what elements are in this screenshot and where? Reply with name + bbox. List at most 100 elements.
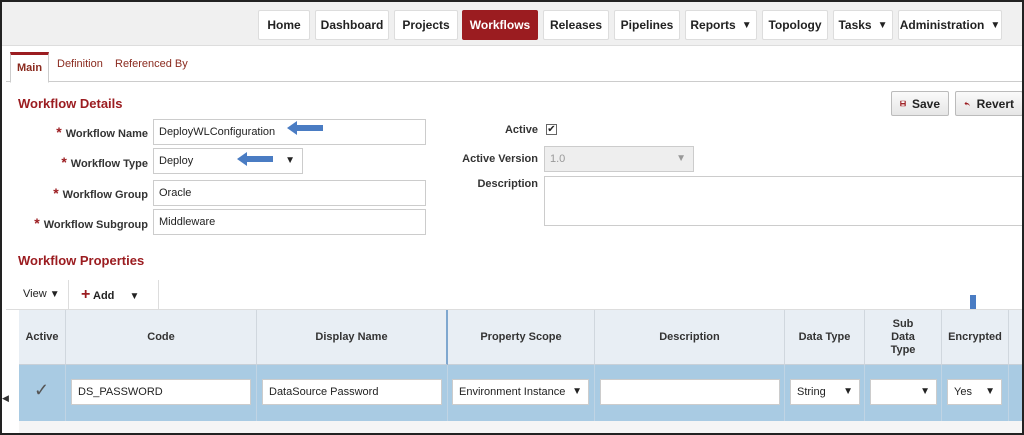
- display-name-input[interactable]: DataSource Password: [262, 379, 442, 405]
- required-icon: *: [34, 215, 40, 231]
- revert-label: Revert: [976, 96, 1014, 111]
- column-header-active[interactable]: Active: [19, 310, 66, 365]
- required-icon: *: [56, 124, 62, 140]
- nav-label: Administration: [899, 18, 985, 32]
- nav-home[interactable]: Home: [258, 10, 310, 40]
- description-input[interactable]: [600, 379, 780, 405]
- nav-label: Pipelines: [620, 18, 674, 32]
- workflow-name-label: * Workflow Name: [22, 124, 148, 140]
- chevron-down-icon: ▼: [129, 291, 140, 302]
- label-text: Workflow Name: [65, 128, 148, 140]
- nav-releases[interactable]: Releases: [543, 10, 609, 40]
- tab-label: Definition: [57, 58, 103, 70]
- select-value: 1.0: [550, 153, 566, 165]
- toolbar-divider: [158, 280, 159, 310]
- chevron-down-icon: ▼: [985, 386, 995, 397]
- collapse-left-icon[interactable]: ◀: [2, 393, 9, 407]
- column-header-encrypted[interactable]: Encrypted: [942, 310, 1009, 365]
- property-scope-select[interactable]: Environment Instance ▼: [452, 379, 589, 405]
- active-version-select[interactable]: 1.0 ▼: [544, 146, 694, 172]
- nav-label: Workflows: [469, 18, 531, 32]
- active-checkbox[interactable]: ✔: [546, 124, 557, 135]
- tab-referenced-by[interactable]: Referenced By: [115, 58, 188, 70]
- nav-label: Topology: [768, 18, 822, 32]
- tab-main[interactable]: Main: [10, 52, 50, 83]
- workflow-type-select[interactable]: Deploy ▼: [153, 148, 303, 174]
- sub-data-type-select[interactable]: ▼: [870, 379, 937, 405]
- app-window: Home Dashboard Projects Workflows Releas…: [0, 0, 1024, 435]
- column-header-sub-data-type[interactable]: Sub Data Type: [865, 310, 942, 365]
- nav-projects[interactable]: Projects: [394, 10, 458, 40]
- workflow-type-label: * Workflow Type: [22, 154, 148, 170]
- workflow-group-label: * Workflow Group: [22, 185, 148, 201]
- view-menu[interactable]: View ▼: [23, 288, 60, 300]
- workflow-subgroup-label: * Workflow Subgroup: [12, 215, 148, 231]
- save-label: Save: [911, 96, 940, 111]
- nav-tasks[interactable]: Tasks ▼: [833, 10, 893, 40]
- encrypted-select[interactable]: Yes ▼: [947, 379, 1002, 405]
- properties-grid: Active Code Display Name Property Scope …: [19, 310, 1022, 433]
- properties-toolbar: View ▼ + Add ▼: [6, 280, 1022, 310]
- column-header-description[interactable]: Description: [595, 310, 785, 365]
- description-textarea[interactable]: [544, 176, 1022, 226]
- nav-topology[interactable]: Topology: [762, 10, 828, 40]
- nav-label: Dashboard: [320, 18, 384, 32]
- workflow-group-input[interactable]: Oracle: [153, 180, 426, 206]
- nav-pipelines[interactable]: Pipelines: [614, 10, 680, 40]
- column-header-overflow: [1009, 310, 1022, 365]
- nav-reports[interactable]: Reports ▼: [685, 10, 757, 40]
- workflow-properties-title: Workflow Properties: [18, 253, 145, 268]
- chevron-down-icon: ▼: [676, 153, 686, 164]
- active-check-icon[interactable]: ✓: [34, 380, 49, 401]
- annotation-arrow-icon: [287, 121, 323, 135]
- column-header-display-name[interactable]: Display Name: [257, 310, 448, 365]
- label-text: Workflow Subgroup: [43, 219, 148, 231]
- code-input[interactable]: DS_PASSWORD: [71, 379, 251, 405]
- workflow-details-title: Workflow Details: [18, 96, 123, 111]
- toolbar-divider: [68, 280, 69, 310]
- nav-label: Tasks: [838, 18, 872, 32]
- tab-bar: Main Definition Referenced By: [6, 48, 1022, 83]
- label-text: Workflow Group: [62, 189, 148, 201]
- chevron-down-icon: ▼: [990, 19, 1001, 31]
- column-header-property-scope[interactable]: Property Scope: [448, 310, 595, 365]
- active-version-label: Active Version: [462, 153, 538, 165]
- select-value: Environment Instance: [459, 386, 566, 398]
- tab-definition[interactable]: Definition: [57, 58, 103, 70]
- view-label: View: [23, 288, 47, 300]
- data-type-select[interactable]: String ▼: [790, 379, 860, 405]
- chevron-down-icon: ▼: [843, 386, 853, 397]
- nav-dashboard[interactable]: Dashboard: [315, 10, 389, 40]
- plus-icon: +: [81, 286, 91, 303]
- column-header-code[interactable]: Code: [66, 310, 257, 365]
- nav-administration[interactable]: Administration ▼: [898, 10, 1002, 40]
- save-button[interactable]: Save: [891, 91, 949, 116]
- select-value: Yes: [954, 386, 972, 398]
- description-label: Description: [477, 178, 538, 190]
- required-icon: *: [53, 185, 59, 201]
- nav-label: Home: [267, 18, 301, 32]
- select-value: String: [797, 386, 826, 398]
- tab-label: Main: [17, 62, 43, 74]
- chevron-down-icon: ▼: [285, 155, 295, 166]
- workflow-subgroup-input[interactable]: Middleware: [153, 209, 426, 235]
- chevron-down-icon: ▼: [920, 386, 930, 397]
- chevron-down-icon: ▼: [49, 289, 60, 300]
- top-navigation: Home Dashboard Projects Workflows Releas…: [2, 2, 1022, 46]
- save-icon: [900, 100, 906, 107]
- chevron-down-icon: ▼: [741, 19, 752, 31]
- annotation-arrow-icon: [237, 152, 273, 166]
- active-label: Active: [504, 124, 538, 136]
- tab-label: Referenced By: [115, 58, 188, 70]
- required-icon: *: [61, 154, 67, 170]
- revert-button[interactable]: Revert: [955, 91, 1022, 116]
- column-header-data-type[interactable]: Data Type: [785, 310, 865, 365]
- chevron-down-icon: ▼: [877, 19, 888, 31]
- select-value: Deploy: [159, 155, 194, 167]
- label-text: Workflow Type: [70, 158, 148, 170]
- add-button[interactable]: + Add ▼: [81, 286, 139, 304]
- chevron-down-icon: ▼: [572, 386, 582, 397]
- undo-icon: [964, 101, 970, 106]
- nav-workflows[interactable]: Workflows: [462, 10, 538, 40]
- nav-label: Reports: [690, 18, 736, 32]
